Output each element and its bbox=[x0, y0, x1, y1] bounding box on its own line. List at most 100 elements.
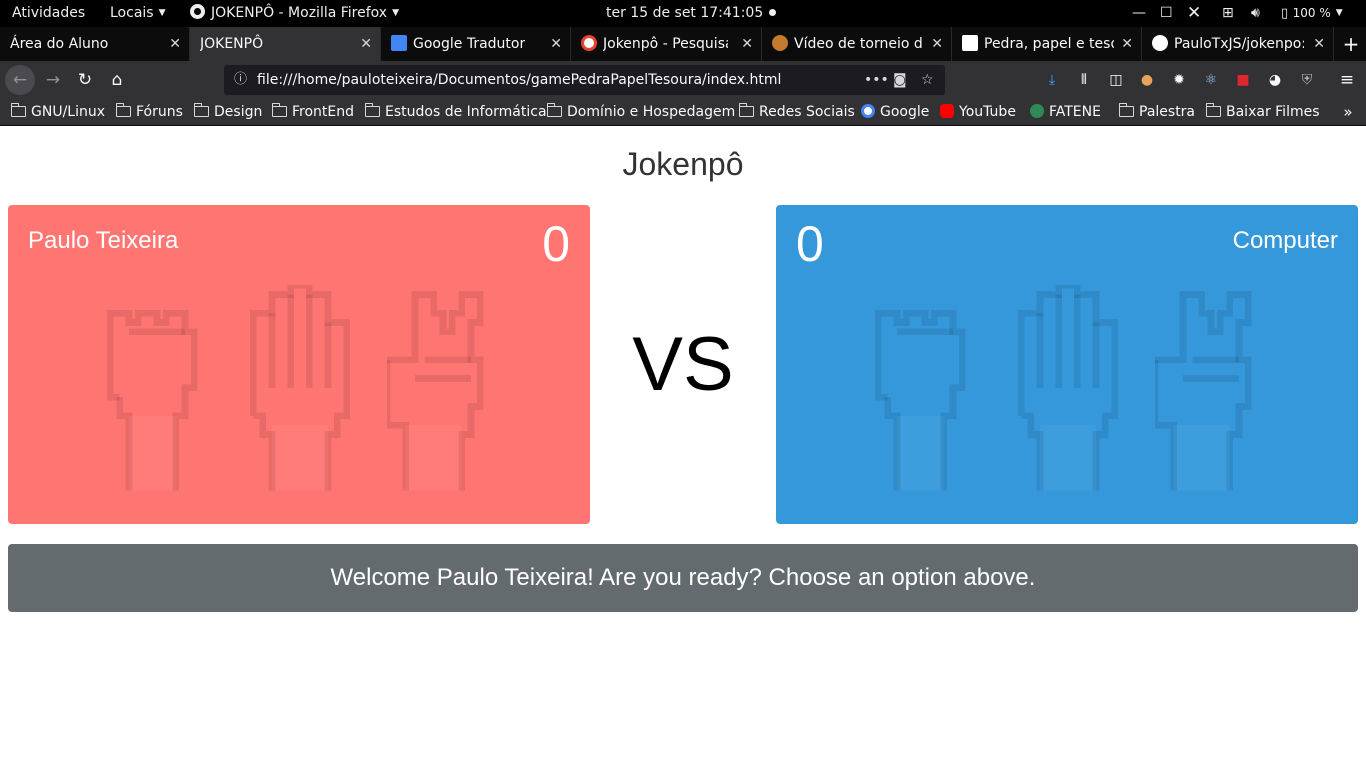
bookmark-label: FATENE bbox=[1049, 104, 1101, 120]
network-icon[interactable]: ⊞ bbox=[1222, 0, 1234, 27]
extension-red-icon[interactable]: ■ bbox=[1230, 66, 1256, 94]
close-tab-icon[interactable]: ✕ bbox=[169, 27, 181, 61]
extension-shield-icon[interactable]: ⛨ bbox=[1294, 66, 1320, 94]
activities-button[interactable]: Atividades bbox=[12, 0, 85, 27]
extension-react-icon[interactable]: ⚛ bbox=[1198, 66, 1224, 94]
page-title: Jokenpô bbox=[622, 146, 744, 182]
bookmark-google[interactable]: Google bbox=[861, 99, 929, 125]
volume-icon[interactable]: 🔊︎ bbox=[1251, 0, 1260, 27]
back-button[interactable]: ← bbox=[5, 65, 35, 95]
extension-gear-icon[interactable]: ✹ bbox=[1166, 66, 1192, 94]
chevron-down-icon: ▼ bbox=[158, 8, 166, 18]
notification-dot-icon bbox=[769, 9, 777, 16]
pocket-icon[interactable]: ◙ bbox=[893, 65, 907, 95]
tab-jokenpo-pesquisa[interactable]: Jokenpô - Pesquisa ✕ bbox=[571, 27, 762, 61]
bookmark-folder-frontend[interactable]: FrontEnd bbox=[271, 99, 355, 125]
google-translate-icon bbox=[391, 35, 407, 51]
bookmark-folder-palestra[interactable]: Palestra bbox=[1118, 99, 1196, 125]
battery-percent: 100 % bbox=[1292, 6, 1331, 20]
extension-avatar-icon[interactable]: ● bbox=[1134, 66, 1160, 94]
close-tab-icon[interactable]: ✕ bbox=[550, 27, 562, 61]
status-message: Welcome Paulo Teixeira! Are you ready? C… bbox=[8, 544, 1358, 612]
home-button[interactable]: ⌂ bbox=[102, 65, 132, 95]
reload-button[interactable]: ↻ bbox=[70, 65, 100, 95]
downloads-icon[interactable]: ⤓ bbox=[1039, 66, 1065, 94]
bookmark-label: Redes Sociais bbox=[759, 104, 855, 120]
folder-icon bbox=[271, 103, 287, 117]
bookmarks-toolbar: GNU/Linux Fóruns Design FrontEnd Estudos… bbox=[0, 99, 1366, 126]
bookmark-folder-redes-sociais[interactable]: Redes Sociais bbox=[738, 99, 855, 125]
bookmark-folder-design[interactable]: Design bbox=[193, 99, 263, 125]
tab-google-tradutor[interactable]: Google Tradutor ✕ bbox=[381, 27, 571, 61]
bookmark-fatene[interactable]: FATENE bbox=[1030, 99, 1101, 125]
bookmark-folder-foruns[interactable]: Fóruns bbox=[115, 99, 183, 125]
folder-icon bbox=[1118, 103, 1134, 117]
chevron-down-icon: ▼ bbox=[1335, 8, 1343, 18]
system-top-bar: Atividades Locais ▼ JOKENPÔ - Mozilla Fir… bbox=[0, 0, 1366, 27]
close-tab-icon[interactable]: ✕ bbox=[1121, 27, 1133, 61]
youtube-icon bbox=[940, 104, 954, 118]
bookmark-label: GNU/Linux bbox=[31, 104, 106, 120]
close-tab-icon[interactable]: ✕ bbox=[360, 27, 372, 61]
bookmark-youtube[interactable]: YouTube bbox=[940, 99, 1016, 125]
bookmark-star-icon[interactable]: ☆ bbox=[921, 65, 934, 95]
tab-area-do-aluno[interactable]: Área do Aluno ✕ bbox=[0, 27, 190, 61]
url-text[interactable]: file:///home/pauloteixeira/Documentos/ga… bbox=[257, 65, 781, 95]
places-label: Locais bbox=[110, 5, 154, 21]
close-tab-icon[interactable]: ✕ bbox=[741, 27, 753, 61]
clock[interactable]: ter 15 de set 17:41:05 bbox=[606, 0, 777, 27]
folder-icon bbox=[738, 103, 754, 117]
close-window-button[interactable]: ✕ bbox=[1187, 0, 1201, 27]
page-actions-icon[interactable]: ••• bbox=[864, 65, 889, 95]
chevron-double-right-icon[interactable]: » bbox=[1336, 99, 1360, 125]
minimize-button[interactable]: — bbox=[1132, 0, 1146, 27]
bookmark-label: Design bbox=[214, 104, 263, 120]
clock-text: ter 15 de set 17:41:05 bbox=[606, 5, 764, 21]
tab-label: Jokenpô - Pesquisa bbox=[603, 36, 728, 52]
battery-indicator[interactable]: ▯ 100 % ▼ bbox=[1281, 0, 1343, 27]
bookmark-label: Estudos de Informática bbox=[385, 104, 547, 120]
bookmark-label: Baixar Filmes bbox=[1226, 104, 1320, 120]
maximize-button[interactable]: ☐ bbox=[1160, 0, 1173, 27]
google-icon bbox=[581, 35, 597, 51]
tab-label: Pedra, papel e tesou bbox=[984, 36, 1114, 52]
bookmark-folder-baixar-filmes[interactable]: Baixar Filmes bbox=[1205, 99, 1320, 125]
player-score: 0 bbox=[542, 216, 570, 272]
close-tab-icon[interactable]: ✕ bbox=[1313, 27, 1325, 61]
folder-icon bbox=[1205, 103, 1221, 117]
player-name: Paulo Teixeira bbox=[28, 227, 179, 254]
folder-icon bbox=[364, 103, 380, 117]
extension-globe-icon[interactable]: ◕ bbox=[1262, 66, 1288, 94]
bookmark-label: Google bbox=[880, 104, 930, 120]
wikipedia-icon bbox=[962, 35, 978, 51]
tab-video-torneio[interactable]: Vídeo de torneio de ✕ bbox=[762, 27, 952, 61]
sidebar-icon[interactable]: ◫ bbox=[1103, 66, 1129, 94]
folder-icon bbox=[10, 103, 26, 117]
tab-github-jokenpo[interactable]: PauloTxJS/jokenpo: ✕ bbox=[1142, 27, 1334, 61]
app-menu[interactable]: JOKENPÔ - Mozilla Firefox ▼ bbox=[190, 0, 399, 27]
bookmark-folder-dominio[interactable]: Domínio e Hospedagem bbox=[546, 99, 735, 125]
scissors-hand-icon[interactable] bbox=[387, 285, 499, 500]
paper-hand-icon[interactable] bbox=[244, 285, 356, 500]
bookmark-label: FrontEnd bbox=[292, 104, 355, 120]
rock-hand-icon bbox=[869, 285, 981, 500]
url-bar[interactable]: ⓘ file:///home/pauloteixeira/Documentos/… bbox=[224, 65, 945, 95]
tab-label: JOKENPÔ bbox=[200, 36, 264, 52]
bookmark-label: Palestra bbox=[1139, 104, 1196, 120]
library-icon[interactable]: ⫴ bbox=[1071, 66, 1097, 94]
github-icon bbox=[1152, 35, 1168, 51]
page-info-icon[interactable]: ⓘ bbox=[234, 65, 247, 95]
forward-button[interactable]: → bbox=[38, 65, 68, 95]
computer-score: 0 bbox=[796, 216, 824, 272]
menu-icon[interactable]: ≡ bbox=[1334, 66, 1360, 94]
new-tab-button[interactable]: + bbox=[1336, 27, 1366, 61]
bookmark-folder-estudos[interactable]: Estudos de Informática bbox=[364, 99, 547, 125]
places-menu[interactable]: Locais ▼ bbox=[110, 0, 166, 27]
google-icon bbox=[861, 104, 875, 118]
folder-icon bbox=[546, 103, 562, 117]
tab-jokenpo[interactable]: JOKENPÔ ✕ bbox=[190, 27, 381, 61]
close-tab-icon[interactable]: ✕ bbox=[931, 27, 943, 61]
rock-hand-icon[interactable] bbox=[101, 285, 213, 500]
bookmark-folder-gnu-linux[interactable]: GNU/Linux bbox=[10, 99, 106, 125]
tab-pedra-papel-tesoura[interactable]: Pedra, papel e tesou ✕ bbox=[952, 27, 1142, 61]
